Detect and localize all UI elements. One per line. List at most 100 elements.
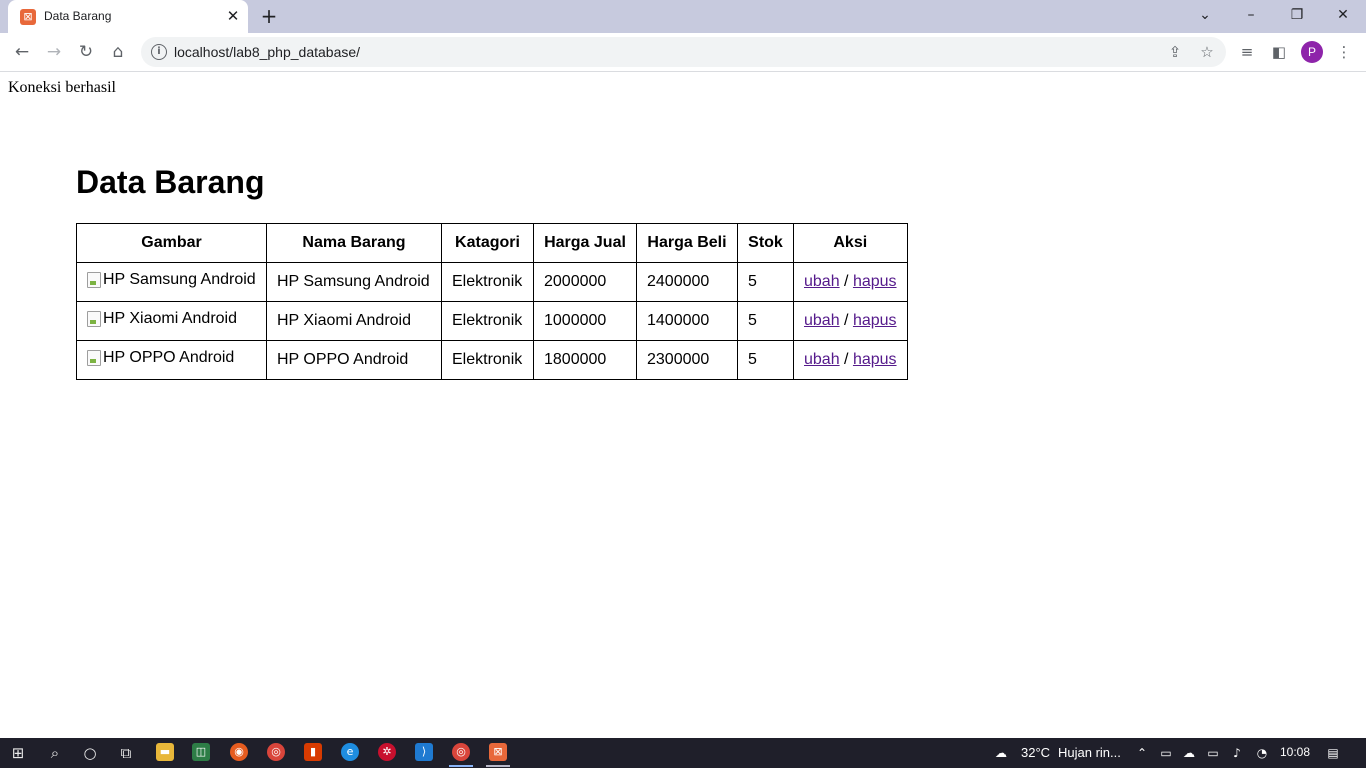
broken-image: HP Samsung Android — [87, 271, 256, 289]
volume-icon[interactable]: ♪ — [1229, 744, 1245, 762]
data-barang-table: Gambar Nama Barang Katagori Harga Jual H… — [76, 223, 908, 380]
forward-arrow-icon[interactable]: → — [41, 39, 67, 65]
meet-now-icon[interactable]: ▭ — [1158, 744, 1174, 762]
broken-image-icon — [87, 311, 101, 327]
cell-harga-jual: 2000000 — [533, 262, 637, 302]
chevron-up-icon[interactable]: ⌃ — [1134, 744, 1150, 762]
tab-strip: ⊠ Data Barang ✕ + ⌄ – ❐ ✕ — [0, 0, 1366, 33]
header-harga-beli: Harga Beli — [636, 223, 738, 263]
home-icon[interactable]: ⌂ — [105, 39, 131, 65]
open-app-indicator — [486, 765, 510, 767]
table-header-row: Gambar Nama Barang Katagori Harga Jual H… — [76, 223, 908, 263]
bookmark-star-icon[interactable]: ☆ — [1198, 43, 1216, 61]
header-nama-barang: Nama Barang — [266, 223, 442, 263]
header-gambar: Gambar — [76, 223, 267, 263]
cortana-icon[interactable]: ○ — [79, 742, 101, 764]
wifi-icon[interactable]: ◔ — [1254, 744, 1270, 762]
image-alt-text: HP Xiaomi Android — [103, 310, 237, 327]
restore-icon[interactable]: ❐ — [1282, 4, 1312, 26]
back-arrow-icon[interactable]: ← — [9, 39, 35, 65]
edit-link[interactable]: ubah — [804, 351, 840, 368]
weather-cloud-icon[interactable]: ☁ — [990, 744, 1012, 762]
windows-taskbar: ⊞ ⌕ ○ ⧉ ▬ ◫ ◉ ◎ ▮ e ✲ ⟩ ◎ ⊠ ☁ 32°C Hujan… — [0, 738, 1366, 768]
xampp-icon[interactable]: ⊠ — [489, 743, 507, 761]
cell-gambar: HP Samsung Android — [76, 262, 267, 302]
minimize-icon[interactable]: – — [1236, 4, 1266, 26]
address-bar[interactable]: i localhost/lab8_php_database/ ⇪ ☆ — [141, 37, 1226, 67]
header-aksi: Aksi — [793, 223, 908, 263]
table-row: HP Samsung Android HP Samsung Android El… — [76, 262, 908, 302]
weather-temperature[interactable]: 32°C — [1021, 745, 1050, 760]
edit-link[interactable]: ubah — [804, 312, 840, 329]
header-katagori: Katagori — [441, 223, 534, 263]
tab-search-chevron-icon[interactable]: ⌄ — [1190, 4, 1220, 26]
broken-image-icon — [87, 272, 101, 288]
weather-description[interactable]: Hujan rin... — [1058, 745, 1121, 760]
tab-title: Data Barang — [44, 9, 112, 23]
delete-link[interactable]: hapus — [853, 312, 897, 329]
cell-nama-barang: HP Samsung Android — [266, 262, 442, 302]
header-stok: Stok — [737, 223, 794, 263]
cell-katagori: Elektronik — [441, 301, 534, 341]
app-red-icon[interactable]: ✲ — [378, 743, 396, 761]
close-icon[interactable]: ✕ — [224, 7, 242, 25]
header-harga-jual: Harga Jual — [533, 223, 637, 263]
cell-aksi: ubah / hapus — [793, 301, 908, 341]
broken-image-icon — [87, 350, 101, 366]
cell-gambar: HP Xiaomi Android — [76, 301, 267, 341]
reload-icon[interactable]: ↻ — [73, 39, 99, 65]
cell-gambar: HP OPPO Android — [76, 340, 267, 380]
side-panel-icon[interactable]: ◧ — [1268, 41, 1290, 63]
table-row: HP OPPO Android HP OPPO Android Elektron… — [76, 340, 908, 380]
chrome-icon[interactable]: ◎ — [267, 743, 285, 761]
cell-stok: 5 — [737, 262, 794, 302]
chrome-active-icon[interactable]: ◎ — [452, 743, 470, 761]
battery-icon[interactable]: ▭ — [1205, 744, 1221, 762]
site-info-icon[interactable]: i — [151, 44, 167, 60]
notification-icon[interactable]: ▤ — [1324, 744, 1342, 762]
media-queue-icon[interactable]: ≡ — [1236, 41, 1258, 63]
search-icon[interactable]: ⌕ — [44, 742, 66, 764]
cell-harga-beli: 2400000 — [636, 262, 738, 302]
url-text[interactable]: localhost/lab8_php_database/ — [174, 44, 360, 60]
action-separator: / — [844, 351, 849, 368]
cell-harga-beli: 1400000 — [636, 301, 738, 341]
clock-time[interactable]: 10:08 — [1280, 745, 1310, 759]
tab-data-barang[interactable]: ⊠ Data Barang ✕ — [8, 0, 248, 33]
image-alt-text: HP OPPO Android — [103, 349, 235, 366]
edit-link[interactable]: ubah — [804, 273, 840, 290]
onedrive-icon[interactable]: ☁ — [1181, 744, 1197, 762]
windows-start-icon[interactable]: ⊞ — [7, 742, 29, 764]
new-tab-icon[interactable]: + — [258, 5, 280, 27]
file-explorer-icon[interactable]: ▬ — [156, 743, 174, 761]
edge-icon[interactable]: e — [341, 743, 359, 761]
cell-stok: 5 — [737, 340, 794, 380]
profile-avatar[interactable]: P — [1301, 41, 1323, 63]
office-icon[interactable]: ▮ — [304, 743, 322, 761]
cell-stok: 5 — [737, 301, 794, 341]
image-alt-text: HP Samsung Android — [103, 271, 256, 288]
share-icon[interactable]: ⇪ — [1166, 43, 1184, 61]
page-title: Data Barang — [76, 164, 265, 200]
cell-harga-beli: 2300000 — [636, 340, 738, 380]
delete-link[interactable]: hapus — [853, 351, 897, 368]
task-view-icon[interactable]: ⧉ — [115, 742, 137, 764]
xampp-favicon-icon: ⊠ — [20, 9, 36, 25]
window-close-icon[interactable]: ✕ — [1328, 4, 1358, 26]
cell-harga-jual: 1000000 — [533, 301, 637, 341]
cell-aksi: ubah / hapus — [793, 340, 908, 380]
cell-katagori: Elektronik — [441, 340, 534, 380]
page-content: Koneksi berhasil Data Barang Gambar Nama… — [0, 72, 1366, 738]
cell-katagori: Elektronik — [441, 262, 534, 302]
store-icon[interactable]: ◫ — [192, 743, 210, 761]
firefox-icon[interactable]: ◉ — [230, 743, 248, 761]
action-separator: / — [844, 312, 849, 329]
cell-nama-barang: HP OPPO Android — [266, 340, 442, 380]
connection-status: Koneksi berhasil — [8, 79, 116, 96]
action-separator: / — [844, 273, 849, 290]
active-app-indicator — [449, 765, 473, 767]
menu-kebab-icon[interactable]: ⋮ — [1333, 41, 1355, 63]
vscode-icon[interactable]: ⟩ — [415, 743, 433, 761]
delete-link[interactable]: hapus — [853, 273, 897, 290]
broken-image: HP OPPO Android — [87, 349, 234, 367]
